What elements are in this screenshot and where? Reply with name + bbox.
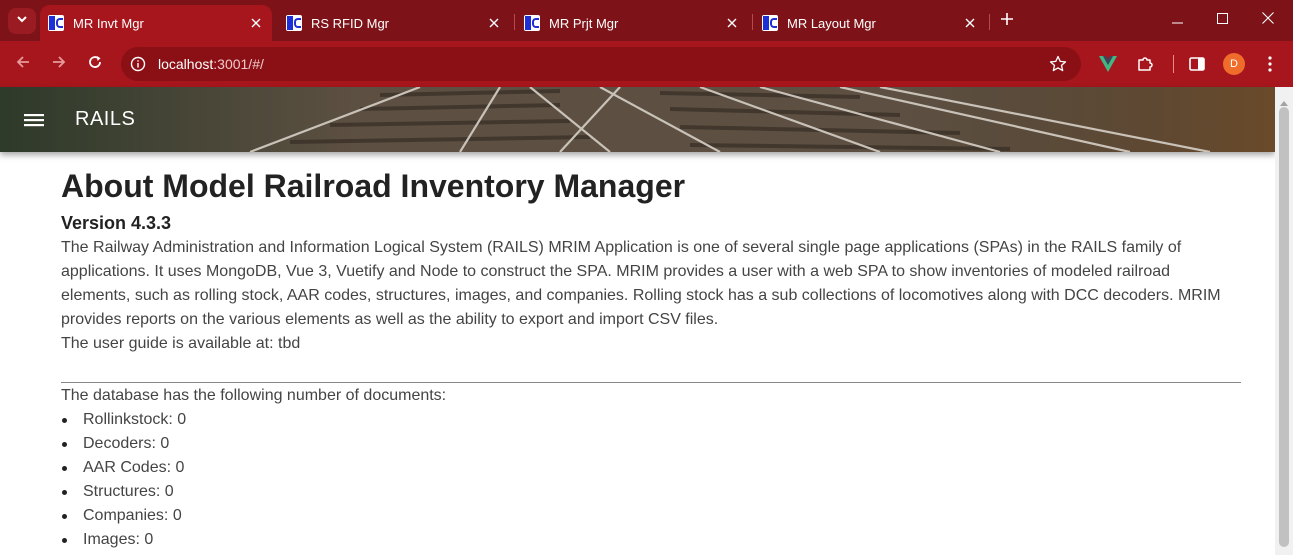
reload-button[interactable] bbox=[81, 50, 109, 78]
arrow-right-icon bbox=[51, 54, 67, 75]
chevron-down-icon bbox=[16, 12, 28, 30]
bullet bbox=[62, 538, 67, 543]
browser-tab-rs-rfid-mgr[interactable]: RS RFID Mgr bbox=[278, 5, 510, 41]
forward-button[interactable] bbox=[45, 50, 73, 78]
url-host: localhost bbox=[158, 56, 214, 72]
count-rollingstock: Rollinkstock: 0 bbox=[83, 411, 187, 428]
browser-tab-mr-layout-mgr[interactable]: MR Layout Mgr bbox=[754, 5, 986, 41]
list-item: AAR Codes: 0 bbox=[61, 456, 1241, 480]
list-item: Structures: 0 bbox=[61, 480, 1241, 504]
kc-favicon-icon bbox=[48, 15, 64, 31]
close-icon[interactable] bbox=[248, 15, 264, 31]
scrollbar-thumb[interactable] bbox=[1279, 107, 1289, 547]
divider bbox=[61, 382, 1241, 383]
address-bar[interactable]: localhost:3001/#/ bbox=[121, 47, 1081, 81]
close-icon bbox=[1262, 11, 1274, 29]
close-icon[interactable] bbox=[486, 15, 502, 31]
close-window-button[interactable] bbox=[1246, 6, 1290, 34]
kc-favicon-icon bbox=[286, 15, 302, 31]
menu-hamburger-icon[interactable] bbox=[22, 110, 46, 130]
count-structures: Structures: 0 bbox=[83, 483, 174, 500]
browser-tab-strip: MR Invt Mgr RS RFID Mgr MR Prjt Mgr MR L… bbox=[0, 0, 1293, 41]
close-icon[interactable] bbox=[724, 15, 740, 31]
plus-icon bbox=[1001, 12, 1013, 30]
browser-tab-mr-prjt-mgr[interactable]: MR Prjt Mgr bbox=[516, 5, 748, 41]
document-count-list: Rollinkstock: 0 Decoders: 0 AAR Codes: 0… bbox=[61, 408, 1241, 552]
kc-favicon-icon bbox=[762, 15, 778, 31]
list-item: Images: 0 bbox=[61, 528, 1241, 552]
list-item: Companies: 0 bbox=[61, 504, 1241, 528]
more-menu-icon[interactable] bbox=[1258, 52, 1282, 76]
list-item: Decoders: 0 bbox=[61, 432, 1241, 456]
app-description: The Railway Administration and Informati… bbox=[61, 239, 1221, 328]
page-scrollbar[interactable] bbox=[1275, 87, 1293, 555]
maximize-icon bbox=[1216, 11, 1228, 29]
bullet bbox=[62, 418, 67, 423]
kc-favicon-icon bbox=[524, 15, 540, 31]
list-item: Rollinkstock: 0 bbox=[61, 408, 1241, 432]
minimize-button[interactable] bbox=[1155, 6, 1199, 34]
minimize-icon bbox=[1171, 11, 1183, 29]
side-panel-icon[interactable] bbox=[1185, 52, 1209, 76]
database-intro: The database has the following number of… bbox=[61, 387, 447, 404]
count-decoders: Decoders: 0 bbox=[83, 435, 170, 452]
reload-icon bbox=[87, 54, 103, 75]
browser-toolbar: localhost:3001/#/ D bbox=[0, 41, 1293, 87]
bullet bbox=[62, 442, 67, 447]
site-info-icon[interactable] bbox=[130, 56, 146, 77]
count-companies: Companies: 0 bbox=[83, 507, 182, 524]
bullet bbox=[62, 490, 67, 495]
tab-search-button[interactable] bbox=[8, 8, 36, 34]
tab-separator bbox=[514, 14, 515, 30]
user-guide-note: The user guide is available at: tbd bbox=[61, 335, 301, 352]
bullet bbox=[62, 466, 67, 471]
count-images: Images: 0 bbox=[83, 531, 154, 548]
close-icon[interactable] bbox=[962, 15, 978, 31]
back-button[interactable] bbox=[9, 50, 37, 78]
extensions-puzzle-icon[interactable] bbox=[1133, 52, 1157, 76]
page-title: About Model Railroad Inventory Manager bbox=[61, 168, 686, 204]
bookmark-star-icon[interactable] bbox=[1049, 55, 1067, 78]
tab-title: MR Layout Mgr bbox=[787, 15, 876, 31]
url-path: :3001/#/ bbox=[213, 56, 264, 72]
railroad-tracks-background-image bbox=[0, 87, 1275, 152]
app-title: RAILS bbox=[75, 108, 136, 130]
vue-devtools-extension-icon[interactable] bbox=[1096, 52, 1120, 76]
tab-title: MR Prjt Mgr bbox=[549, 15, 619, 31]
profile-avatar[interactable]: D bbox=[1223, 53, 1245, 75]
browser-tab-mr-invt-mgr[interactable]: MR Invt Mgr bbox=[40, 5, 272, 41]
new-tab-button[interactable] bbox=[996, 10, 1018, 32]
maximize-button[interactable] bbox=[1200, 6, 1244, 34]
arrow-left-icon bbox=[15, 54, 31, 75]
tab-separator bbox=[989, 14, 990, 30]
bullet bbox=[62, 514, 67, 519]
tab-title: RS RFID Mgr bbox=[311, 15, 389, 31]
tab-title: MR Invt Mgr bbox=[73, 15, 144, 31]
count-aar-codes: AAR Codes: 0 bbox=[83, 459, 185, 476]
url-text[interactable]: localhost:3001/#/ bbox=[158, 56, 264, 72]
app-bar: RAILS bbox=[0, 87, 1275, 152]
toolbar-separator bbox=[1173, 55, 1174, 73]
version-label: Version 4.3.3 bbox=[61, 213, 172, 233]
tab-separator bbox=[752, 14, 753, 30]
about-content: About Model Railroad Inventory Manager V… bbox=[61, 152, 1241, 552]
